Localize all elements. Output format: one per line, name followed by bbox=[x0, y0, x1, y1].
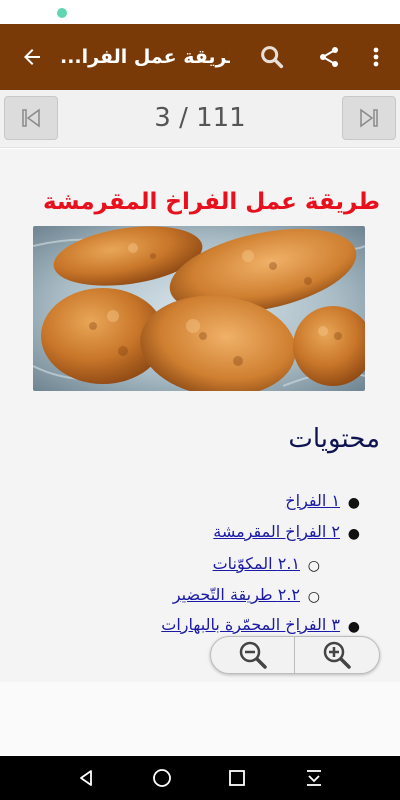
page-indicator: 3 / 111 bbox=[154, 103, 246, 133]
zoom-out-icon bbox=[239, 641, 267, 669]
toc-sub-bullet: ○ bbox=[307, 589, 320, 605]
article-content[interactable]: طريقة عمل الفراخ المقرمشة محتويات ● ١ ال… bbox=[0, 149, 400, 682]
toc-bullet: ● bbox=[347, 619, 360, 635]
status-bar bbox=[0, 0, 400, 24]
article-title: طريقة عمل الفراخ المقرمشة bbox=[42, 189, 380, 215]
app-bar: طريقة عمل الفرا... bbox=[0, 24, 400, 90]
nav-back-icon[interactable] bbox=[62, 756, 110, 800]
system-nav-bar bbox=[0, 756, 400, 800]
skip-next-button[interactable] bbox=[342, 96, 396, 140]
nav-notifications-icon[interactable] bbox=[290, 756, 338, 800]
toc-link-2-1[interactable]: ٢.١ المكوّنات bbox=[213, 554, 300, 573]
toc-link-2[interactable]: ٢ الفراخ المقرمشة bbox=[213, 522, 340, 541]
share-icon[interactable] bbox=[307, 24, 351, 90]
contents-heading: محتويات bbox=[288, 424, 380, 454]
toc-bullet: ● bbox=[347, 495, 360, 511]
nav-home-icon[interactable] bbox=[138, 756, 186, 800]
fried-chicken-image bbox=[33, 226, 365, 391]
toc-link-2-2[interactable]: ٢.٢ طريقة التّحضير bbox=[173, 585, 300, 604]
toc-link-3[interactable]: ٣ الفراخ المحمّرة بالبهارات bbox=[161, 615, 340, 634]
app-title: طريقة عمل الفرا... bbox=[60, 46, 230, 68]
more-vert-icon[interactable] bbox=[356, 24, 396, 90]
zoom-in-icon bbox=[323, 641, 351, 669]
search-icon[interactable] bbox=[250, 24, 294, 90]
toc-link-1[interactable]: ١ الفراخ bbox=[285, 491, 340, 510]
nav-recents-icon[interactable] bbox=[213, 756, 261, 800]
skip-previous-icon bbox=[22, 108, 40, 128]
skip-previous-button[interactable] bbox=[4, 96, 58, 140]
pager: 3 / 111 bbox=[0, 90, 400, 148]
zoom-out-button[interactable] bbox=[211, 637, 295, 673]
zoom-in-button[interactable] bbox=[295, 637, 379, 673]
toc-sub-bullet: ○ bbox=[307, 558, 320, 574]
back-arrow-icon[interactable] bbox=[10, 24, 54, 90]
skip-next-icon bbox=[360, 108, 378, 128]
notification-dot-icon bbox=[57, 8, 67, 18]
bottom-area bbox=[0, 682, 400, 756]
toc-bullet: ● bbox=[347, 526, 360, 542]
zoom-control bbox=[210, 636, 380, 674]
